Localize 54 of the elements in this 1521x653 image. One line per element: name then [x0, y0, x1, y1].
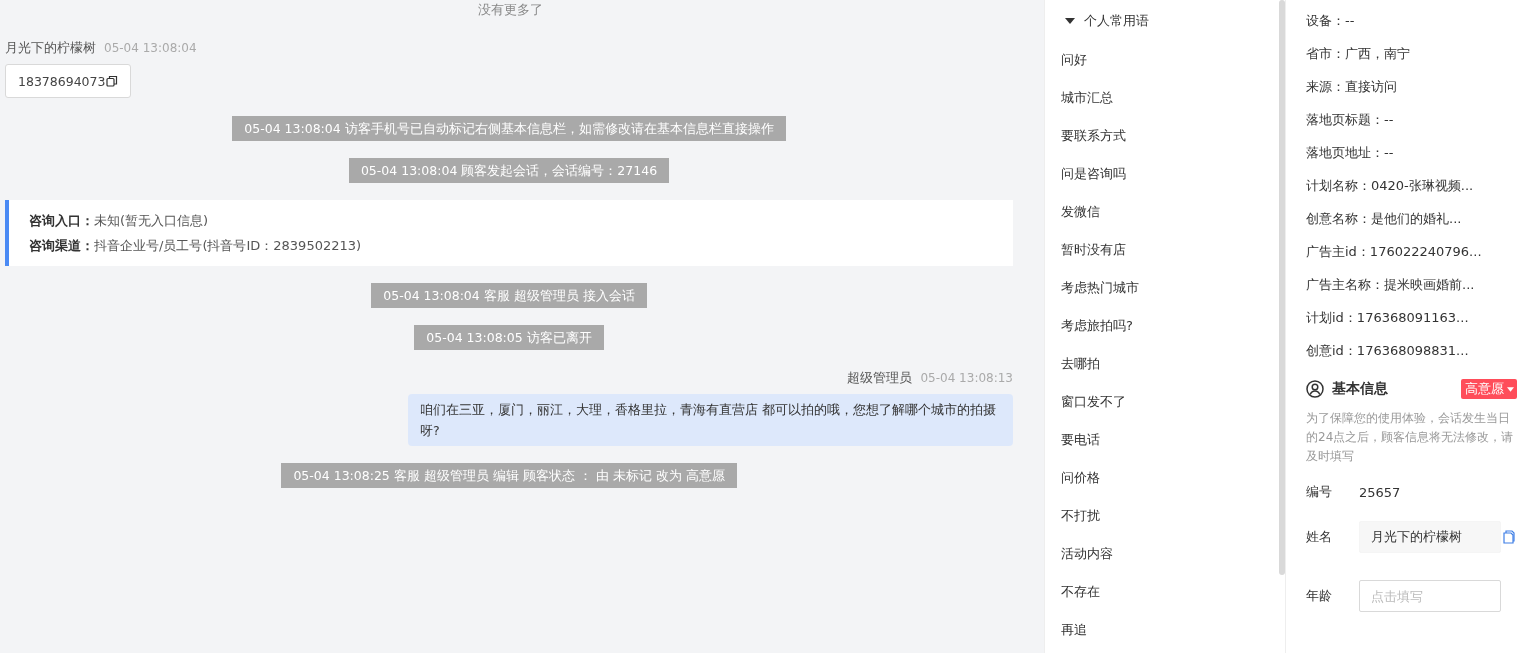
- no-more-text: 没有更多了: [476, 1, 544, 18]
- info-text: 计划名称：0420-张琳视频...: [1306, 177, 1475, 195]
- system-message: 05-04 13:08:04 客服 超级管理员 接入会话: [371, 283, 647, 308]
- field-value: 25657: [1359, 484, 1401, 500]
- copy-icon[interactable]: [106, 75, 119, 87]
- info-text: 广告主id：176022240796...: [1306, 243, 1483, 261]
- phrase-item[interactable]: 活动内容: [1061, 535, 1263, 573]
- phrase-item[interactable]: 考虑旅拍吗?: [1061, 307, 1263, 345]
- system-message: 05-04 13:08:05 访客已离开: [414, 325, 604, 350]
- field-label: 编号: [1306, 483, 1333, 501]
- message-time: 05-04 13:08:04: [104, 41, 197, 55]
- info-text: 落地页地址：--: [1306, 144, 1395, 162]
- phrase-item[interactable]: 暂时没有店: [1061, 231, 1263, 269]
- phrase-item[interactable]: 问价格: [1061, 459, 1263, 497]
- input-field[interactable]: 点击填写: [1359, 580, 1501, 612]
- system-message: 05-04 13:08:25 客服 超级管理员 编辑 顾客状态 ： 由 未标记 改为 高意愿: [281, 463, 737, 488]
- message-time: 05-04 13:08:13: [920, 371, 1013, 385]
- phrase-item[interactable]: 不存在: [1061, 573, 1263, 611]
- phrase-item[interactable]: 窗口发不了: [1061, 383, 1263, 421]
- phrase-item[interactable]: 发微信: [1061, 193, 1263, 231]
- phrase-item[interactable]: 不打扰: [1061, 497, 1263, 535]
- phrase-item[interactable]: 考虑热门城市: [1061, 269, 1263, 307]
- info-text: 创意id：176368098831...: [1306, 342, 1470, 360]
- field-label: 年龄: [1306, 587, 1333, 605]
- field-label: 姓名: [1306, 528, 1333, 546]
- message-bubble: 咱们在三亚，厦门，丽江，大理，香格里拉，青海有直营店 都可以拍的哦，您想了解哪个城市的拍摄呀?: [408, 394, 1013, 446]
- notice-text: 为了保障您的使用体验，会话发生当日的24点之后，顾客信息将无法修改，请及时填写: [1306, 410, 1515, 465]
- info-text: 省市：广西，南宁: [1306, 45, 1411, 63]
- info-text: 创意名称：是他们的婚礼...: [1306, 210, 1463, 228]
- scrollbar-thumb[interactable]: [1279, 0, 1285, 575]
- sender-name: 月光下的柠檬树: [5, 40, 96, 57]
- info-text: 咨询渠道：抖音企业号/员工号(抖音号ID：2839502213): [29, 237, 363, 255]
- info-text: 计划id：176368091163...: [1306, 309, 1470, 327]
- phrase-item[interactable]: 再追: [1061, 611, 1263, 649]
- phrase-item[interactable]: 要联系方式: [1061, 117, 1263, 155]
- phone-number: 18378694073: [18, 73, 106, 89]
- phrase-item[interactable]: 问好: [1061, 41, 1263, 79]
- phrase-item[interactable]: 去哪拍: [1061, 345, 1263, 383]
- sender-name: 超级管理员: [847, 370, 913, 387]
- info-text: 广告主名称：提米映画婚前...: [1306, 276, 1476, 294]
- input-field[interactable]: 月光下的柠檬树: [1359, 521, 1501, 553]
- user-icon: [1306, 380, 1324, 398]
- section-title: 基本信息: [1332, 380, 1389, 398]
- info-text: 咨询入口：未知(暂无入口信息): [29, 212, 210, 230]
- info-text: 落地页标题：--: [1306, 111, 1395, 129]
- phrase-item[interactable]: 要电话: [1061, 421, 1263, 459]
- caret-icon: [1507, 386, 1514, 392]
- info-text: 来源：直接访问: [1306, 78, 1398, 96]
- system-message: 05-04 13:08:04 访客手机号已自动标记右侧基本信息栏，如需修改请在基本信息栏直接操作: [232, 116, 786, 141]
- system-message: 05-04 13:08:04 顾客发起会话，会话编号：27146: [348, 158, 670, 183]
- phrase-item[interactable]: 问是咨询吗: [1061, 155, 1263, 193]
- phrase-item[interactable]: 城市汇总: [1061, 79, 1263, 117]
- group-header[interactable]: 个人常用语: [1061, 1, 1263, 41]
- info-text: 设备：--: [1306, 12, 1356, 30]
